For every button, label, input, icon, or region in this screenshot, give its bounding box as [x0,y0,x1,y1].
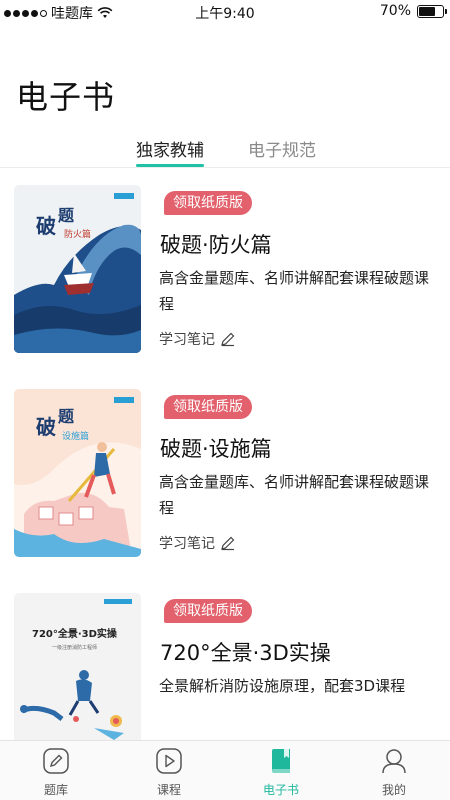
cover-illustration-figures: 720°全景·3D实操 一级注册消防工程师 [14,593,141,740]
battery-percent: 70% [379,3,411,19]
bottom-tab-bar: 题库 课程 电子书 我的 [0,740,450,800]
tab-electronic-standards[interactable]: 电子规范 [248,136,316,161]
tab-exclusive-guides[interactable]: 独家教辅 [136,136,204,161]
svg-text:一级注册消防工程师: 一级注册消防工程师 [52,644,97,651]
book-cover[interactable]: 破 题 防火篇 [14,185,141,353]
battery-icon [417,4,447,18]
cover-illustration-rider: 破 题 设施篇 [14,389,141,557]
nav-ebooks[interactable]: 电子书 [236,741,326,800]
status-bar: 哇题库 上午9:40 70% [0,0,450,24]
book-cover[interactable]: 720°全景·3D实操 一级注册消防工程师 [14,593,141,740]
study-notes-link[interactable]: 学习笔记 [159,329,236,349]
nav-courses[interactable]: 课程 [124,741,214,800]
nav-label: 电子书 [262,783,299,797]
book-card[interactable]: 破 题 设施篇 领取纸质版 破题·设施篇 高含金量题库、名师讲解配套课程破题课程… [14,389,438,559]
cover-illustration-wave: 破 题 防火篇 [14,185,141,353]
svg-text:题: 题 [58,407,75,426]
nav-label: 课程 [156,783,181,797]
pencil-icon [43,748,69,774]
book-card[interactable]: 破 题 防火篇 领取纸质版 破题·防火篇 高含金量题库、名师讲解配套课程破题课程… [14,185,438,355]
svg-text:破: 破 [36,415,56,439]
svg-text:防火篇: 防火篇 [64,228,91,240]
nav-question-bank[interactable]: 题库 [11,741,101,800]
claim-paper-badge[interactable]: 领取纸质版 [164,599,252,623]
svg-text:设施篇: 设施篇 [62,430,89,442]
claim-paper-badge[interactable]: 领取纸质版 [164,191,252,215]
nav-profile[interactable]: 我的 [349,741,439,800]
edit-pencil-icon [221,536,235,551]
book-title: 720°全景·3D实操 [160,641,331,665]
claim-paper-badge[interactable]: 领取纸质版 [164,395,252,419]
book-description: 高含金量题库、名师讲解配套课程破题课程 [159,269,430,313]
nav-label: 我的 [381,783,406,797]
book-cover[interactable]: 破 题 设施篇 [14,389,141,557]
book-icon [272,749,290,773]
study-notes-link[interactable]: 学习笔记 [159,533,236,553]
book-description: 全景解析消防设施原理，配套3D课程 [159,677,406,695]
page-title: 电子书 [16,78,116,116]
video-icon [156,748,182,774]
edit-pencil-icon [221,332,235,347]
person-icon [382,749,406,774]
svg-text:题: 题 [58,206,75,225]
svg-text:破: 破 [36,214,56,238]
book-card[interactable]: 720°全景·3D实操 一级注册消防工程师 领取纸质版 720°全景·3D实操 … [14,593,438,740]
book-description: 高含金量题库、名师讲解配套课程破题课程 [159,473,430,517]
study-notes-label: 学习笔记 [159,332,215,348]
book-title: 破题·设施篇 [160,437,272,461]
nav-label: 题库 [43,783,68,797]
book-title: 破题·防火篇 [160,233,272,257]
study-notes-label: 学习笔记 [159,536,215,552]
battery-group: 70% [379,3,447,19]
active-tab-indicator [136,164,204,167]
category-tabs: 独家教辅 电子规范 [0,128,450,168]
svg-text:720°全景·3D实操: 720°全景·3D实操 [32,627,117,640]
